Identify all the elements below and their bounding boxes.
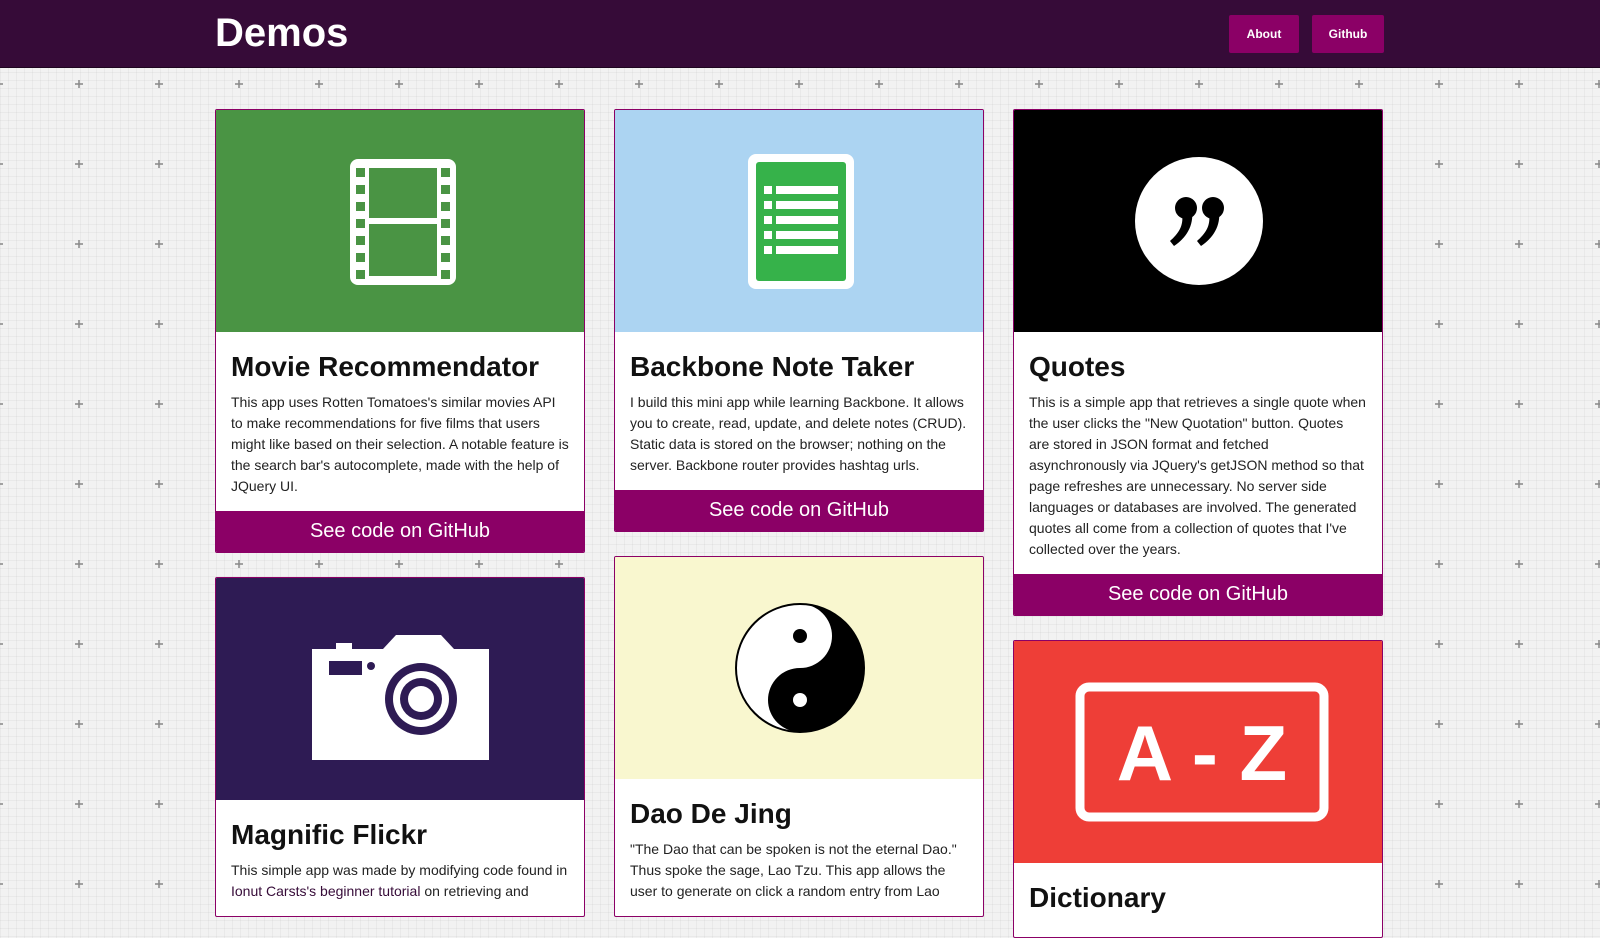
card-title: Quotes xyxy=(1029,351,1126,382)
film-strip-icon xyxy=(350,159,456,285)
a-z-dictionary-icon: A - Z xyxy=(1075,682,1329,822)
see-code-github-button[interactable]: See code on GitHub xyxy=(216,511,584,552)
see-code-github-button[interactable]: See code on GitHub xyxy=(615,490,983,531)
card-title: Dao De Jing xyxy=(630,798,792,829)
card-thumbnail[interactable]: A - Z xyxy=(1014,641,1382,863)
card-description: This simple app was made by modifying co… xyxy=(231,860,569,902)
card-quotes: Quotes This is a simple app that retriev… xyxy=(1013,109,1383,616)
description-text: This simple app was made by modifying co… xyxy=(231,862,568,878)
card-dao-de-jing: Dao De Jing "The Dao that can be spoken … xyxy=(614,556,984,917)
a-z-label: A - Z xyxy=(1117,709,1287,797)
card-magnific-flickr: Magnific Flickr This simple app was made… xyxy=(215,577,585,917)
card-title: Backbone Note Taker xyxy=(630,351,915,382)
card-thumbnail[interactable] xyxy=(615,110,983,332)
card-movie-recommendator: Movie Recommendator This app uses Rotten… xyxy=(215,109,585,553)
card-title: Magnific Flickr xyxy=(231,819,428,850)
quote-mark-icon xyxy=(1135,157,1263,285)
github-button[interactable]: Github xyxy=(1312,15,1384,53)
card-description: This app uses Rotten Tomatoes's similar … xyxy=(231,394,569,494)
card-title: Movie Recommendator xyxy=(231,351,540,382)
about-button[interactable]: About xyxy=(1229,15,1299,53)
card-description: "The Dao that can be spoken is not the e… xyxy=(630,841,957,899)
top-navbar: Demos About Github xyxy=(0,0,1600,68)
card-dictionary: A - Z Dictionary xyxy=(1013,640,1383,938)
brand-title[interactable]: Demos xyxy=(215,8,348,58)
notes-document-icon xyxy=(748,154,854,289)
card-backbone-note-taker: Backbone Note Taker I build this mini ap… xyxy=(614,109,984,532)
description-text: on retrieving and xyxy=(420,883,529,899)
card-thumbnail[interactable] xyxy=(615,557,983,779)
card-thumbnail[interactable] xyxy=(216,110,584,332)
yin-yang-icon xyxy=(735,603,865,733)
card-description: This is a simple app that retrieves a si… xyxy=(1029,394,1366,557)
tutorial-link[interactable]: Ionut Carsts's beginner tutorial xyxy=(231,883,420,899)
card-description: I build this mini app while learning Bac… xyxy=(630,394,967,473)
card-title: Dictionary xyxy=(1029,882,1166,913)
see-code-github-button[interactable]: See code on GitHub xyxy=(1014,574,1382,615)
card-thumbnail[interactable] xyxy=(216,578,584,800)
camera-icon xyxy=(312,635,489,760)
card-thumbnail[interactable] xyxy=(1014,110,1382,332)
